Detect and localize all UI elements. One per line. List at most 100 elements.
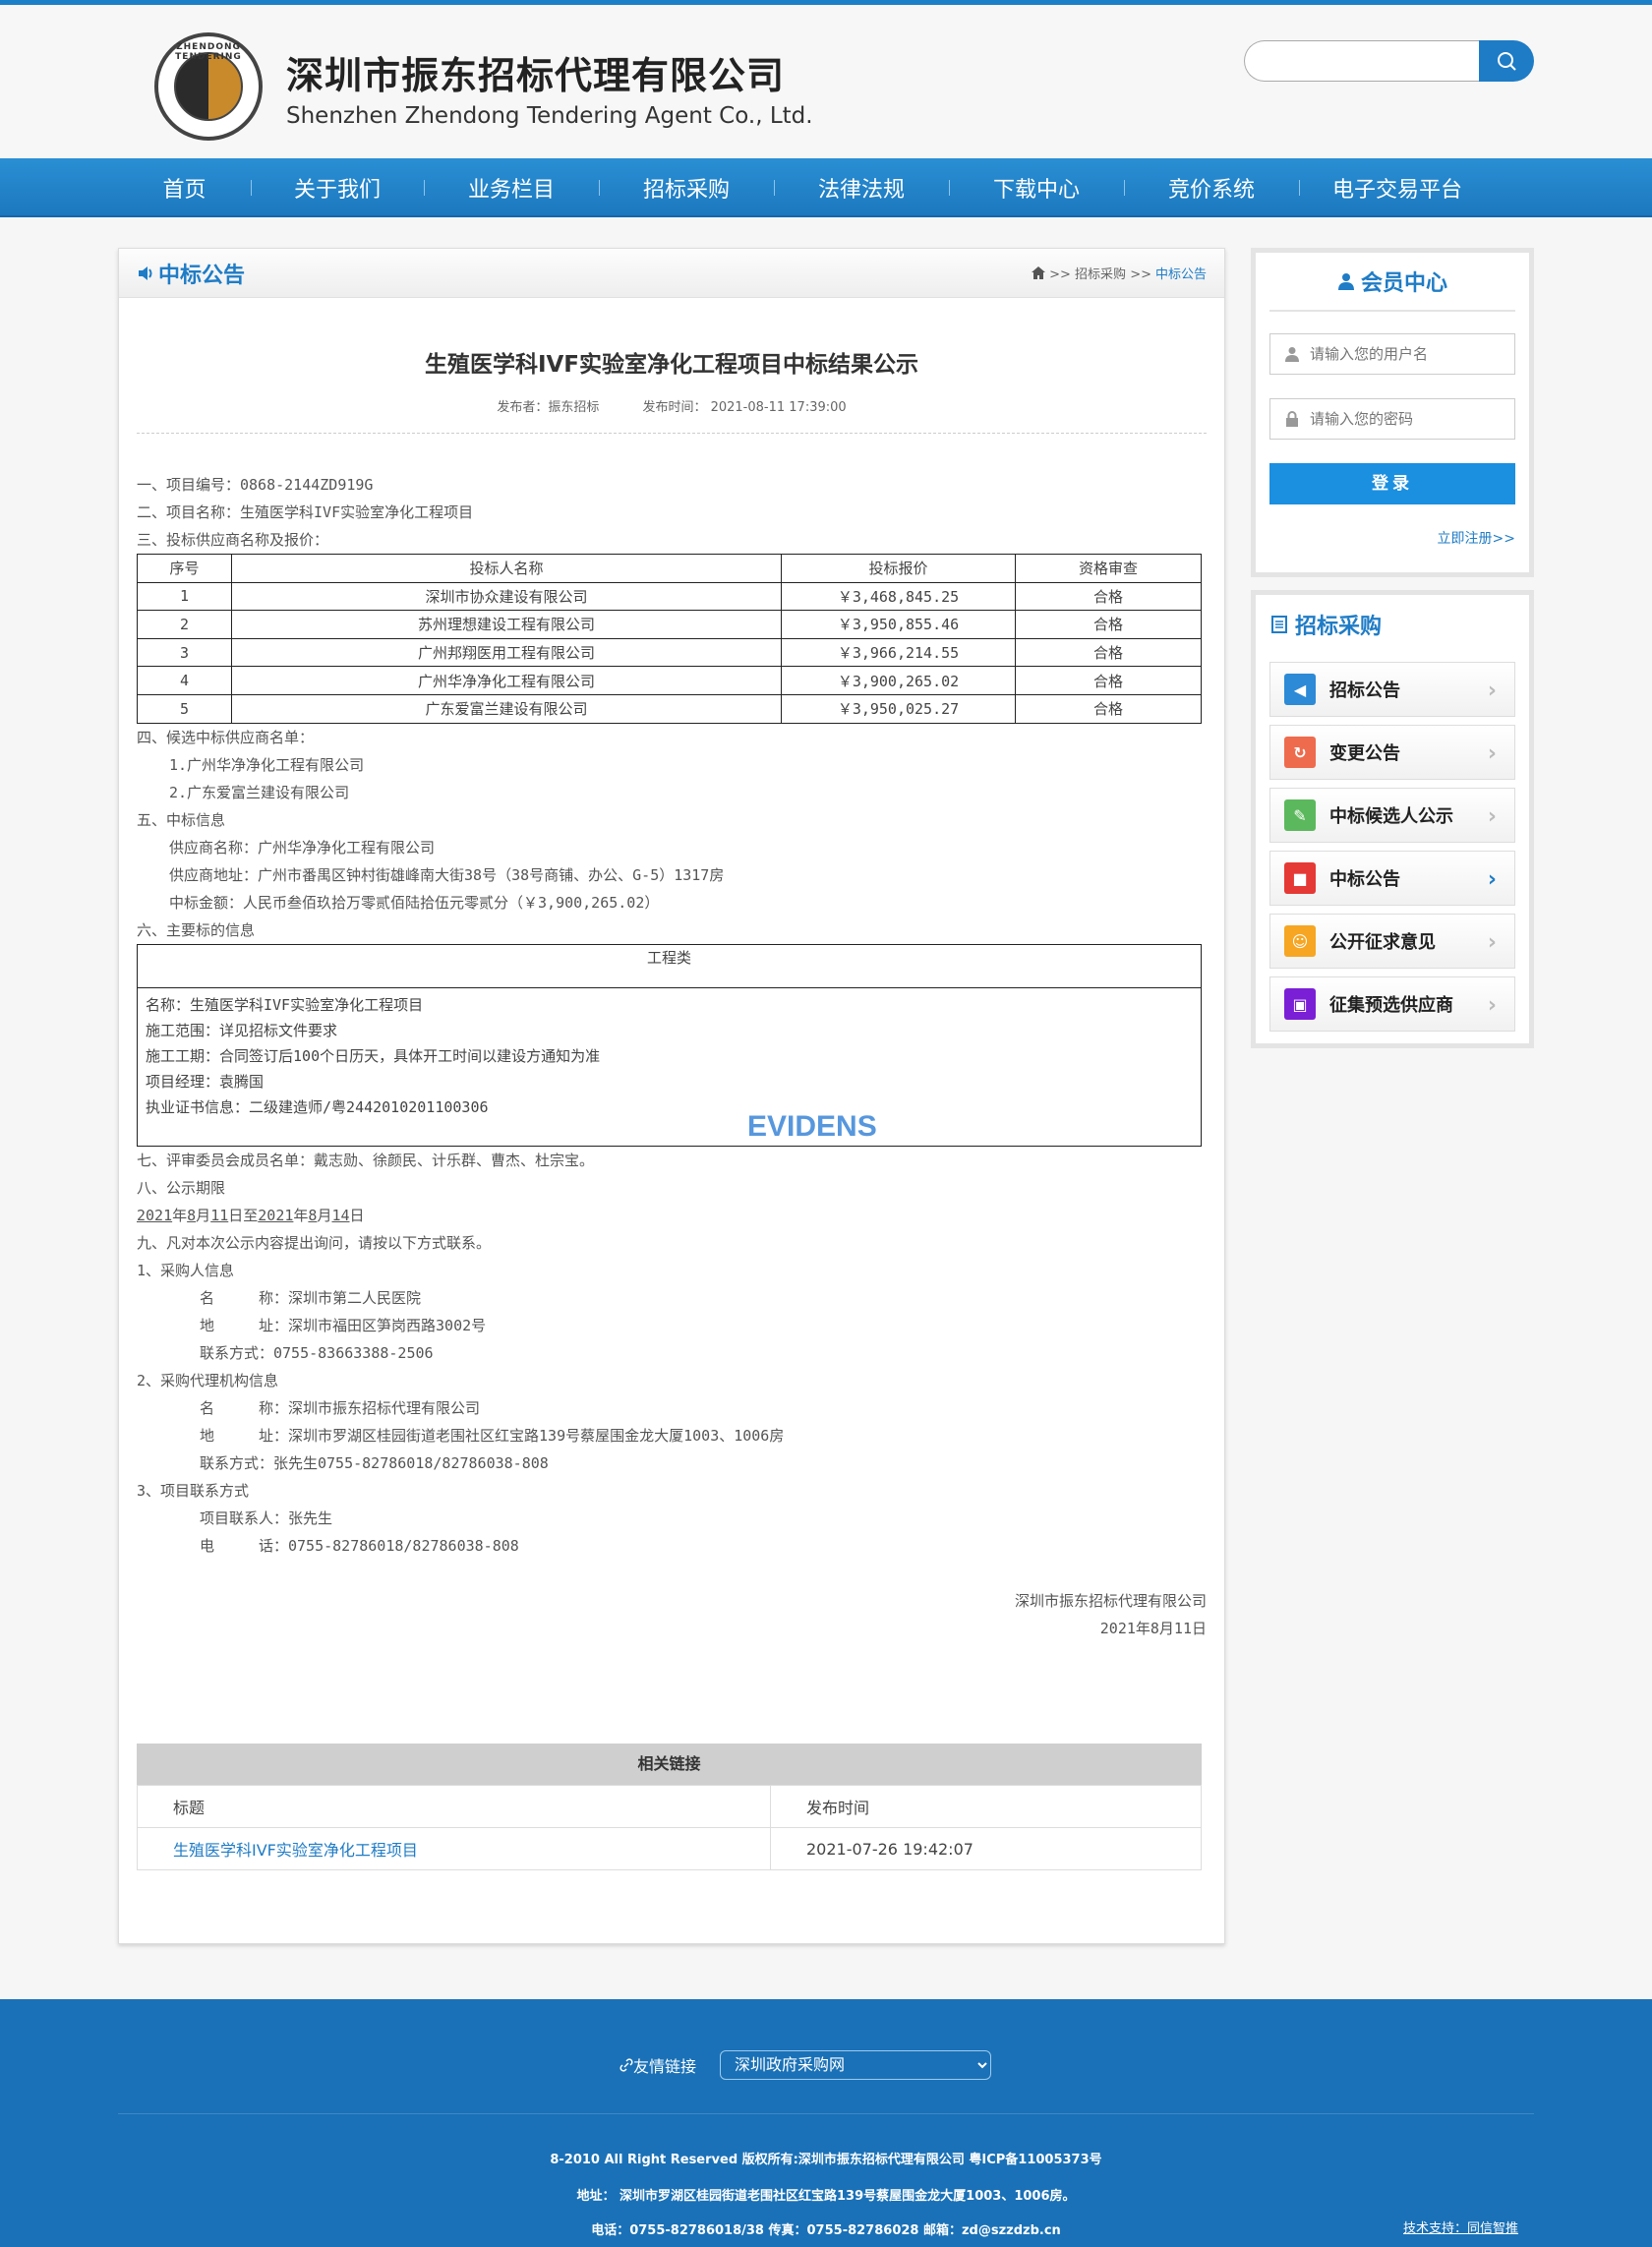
winner-heading: 五、中标信息 — [137, 810, 226, 829]
footer-copyright: 8-2010 All Right Reserved 版权所有:深圳市振东招标代理… — [550, 2153, 1102, 2167]
user-icon — [1337, 273, 1354, 290]
nav-item-business[interactable]: 业务栏目 — [424, 158, 599, 217]
speaker-icon: ◀ — [1284, 674, 1316, 705]
menu-item-tender-notice[interactable]: ◀ 招标公告 › — [1269, 662, 1515, 717]
menu-item-label: 中标候选人公示 — [1329, 806, 1453, 827]
username-field — [1269, 333, 1515, 375]
period-heading: 八、公示期限 — [137, 1178, 226, 1197]
period-text: 月 — [196, 1206, 211, 1224]
period-text: 年 — [293, 1206, 309, 1224]
nav-item-about[interactable]: 关于我们 — [251, 158, 424, 217]
subject-line: 施工范围：详见招标文件要求 — [146, 1021, 338, 1039]
related-time: 2021-07-26 19:42:07 — [770, 1827, 1202, 1870]
search-icon — [1498, 52, 1516, 71]
table-row: 3 广州邦翔医用工程有限公司 ￥3,966,214.55 合格 — [137, 637, 1202, 668]
subject-info-box: 工程类 名称：生殖医学科IVF实验室净化工程项目 施工范围：详见招标文件要求 施… — [137, 943, 1202, 1147]
search-input[interactable] — [1244, 40, 1479, 82]
col-header-no: 序号 — [137, 554, 232, 583]
bid-name: 广东爱富兰建设有限公司 — [231, 693, 782, 724]
period-dates: 2021年8月11日至2021年8月14日 — [137, 1202, 1207, 1229]
menu-item-public-opinion[interactable]: ☺ 公开征求意见 › — [1269, 914, 1515, 969]
period-text: 日至 — [228, 1206, 259, 1224]
table-row: 2 苏州理想建设工程有限公司 ￥3,950,855.46 合格 — [137, 610, 1202, 639]
nav-item-e-trading[interactable]: 电子交易平台 — [1299, 158, 1496, 217]
watermark: EVIDENS — [747, 1109, 877, 1143]
chevron-right-icon: › — [1487, 930, 1497, 955]
bid-price: ￥3,950,855.46 — [781, 610, 1016, 639]
purchaser-contact: 联系方式：0755-83663388-2506 — [200, 1343, 434, 1362]
menu-item-label: 公开征求意见 — [1329, 932, 1436, 953]
member-center-title: 会员中心 — [1269, 253, 1515, 312]
related-links-title: 相关链接 — [137, 1744, 1202, 1785]
search-button[interactable] — [1479, 40, 1534, 82]
nav-item-bidding-system[interactable]: 竞价系统 — [1124, 158, 1299, 217]
related-link[interactable]: 生殖医学科IVF实验室净化工程项目 — [173, 1841, 418, 1860]
winner-supplier-address: 供应商地址：广州市番禺区钟村街雄峰南大街38号（38号商铺、办公、G-5）131… — [169, 865, 725, 884]
nav-item-downloads[interactable]: 下载中心 — [949, 158, 1124, 217]
main-content: 中标公告 >> 招标采购 >> 中标公告 生殖医学科IVF实验室净化工程项目中标… — [118, 248, 1225, 1944]
inbox-icon: ▣ — [1284, 988, 1316, 1020]
menu-item-award-notice[interactable]: ■ 中标公告 › — [1269, 851, 1515, 906]
nav-item-tendering[interactable]: 招标采购 — [599, 158, 774, 217]
breadcrumb-current: 中标公告 — [1154, 267, 1207, 282]
committee-members: 七、评审委员会成员名单：戴志勋、徐颜民、计乐群、曹杰、杜宗宝。 — [137, 1151, 595, 1169]
bid-price: ￥3,966,214.55 — [781, 637, 1016, 668]
friend-links-select[interactable]: 深圳政府采购网 — [720, 2050, 992, 2080]
period-text: 日 — [349, 1206, 365, 1224]
purchase-menu: 招标采购 ◀ 招标公告 › ↻ 变更公告 › ✎ 中标候选人公示 › ■ 中标公… — [1251, 590, 1534, 1048]
article-body: 一、项目编号：0868-2144ZD919G 二、项目名称：生殖医学科IVF实验… — [119, 471, 1224, 1642]
bid-check: 合格 — [1015, 581, 1202, 612]
signature-icon: ✎ — [1284, 799, 1316, 831]
group-icon: ☺ — [1284, 925, 1316, 957]
bid-price: ￥3,468,845.25 — [781, 581, 1016, 612]
bid-no: 3 — [137, 637, 232, 668]
menu-item-label: 中标公告 — [1329, 869, 1400, 890]
register-link[interactable]: 立即注册>> — [1269, 528, 1515, 548]
menu-item-candidate-notice[interactable]: ✎ 中标候选人公示 › — [1269, 788, 1515, 843]
company-name-cn: 深圳市振东招标代理有限公司 — [286, 53, 786, 97]
subject-heading: 六、主要标的信息 — [137, 920, 256, 939]
related-links: 相关链接 标题 发布时间 生殖医学科IVF实验室净化工程项目 2021-07-2… — [137, 1744, 1202, 1870]
site-footer: 友情链接 深圳政府采购网 8-2010 All Right Reserved 版… — [0, 1999, 1652, 2247]
username-input[interactable] — [1310, 345, 1506, 363]
menu-item-label: 征集预选供应商 — [1329, 995, 1453, 1016]
col-header-name: 投标人名称 — [231, 554, 782, 583]
nav-item-home[interactable]: 首页 — [118, 158, 251, 217]
login-button[interactable]: 登录 — [1269, 463, 1515, 504]
menu-item-supplier-collection[interactable]: ▣ 征集预选供应商 › — [1269, 976, 1515, 1032]
nav-item-laws[interactable]: 法律法规 — [774, 158, 949, 217]
logo[interactable]: ZHENDONG TENDERING 深圳市振东招标代理有限公司 Shenzhe… — [154, 32, 813, 141]
company-name-en: Shenzhen Zhendong Tendering Agent Co., L… — [286, 102, 813, 129]
password-field — [1269, 398, 1515, 440]
bid-no: 5 — [137, 693, 232, 724]
agency-name: 名 称：深圳市振东招标代理有限公司 — [200, 1398, 481, 1417]
refresh-icon: ↻ — [1284, 737, 1316, 768]
col-header-title: 标题 — [137, 1785, 771, 1828]
winner-amount: 中标金额：人民币叁佰玖拾万零贰佰陆拾伍元零贰分（￥3,900,265.02） — [169, 893, 660, 912]
breadcrumb-path[interactable]: >> 招标采购 >> — [1049, 264, 1151, 282]
chevron-right-icon: › — [1487, 679, 1497, 703]
footer-divider — [118, 2113, 1534, 2114]
bid-name: 广州华净净化工程有限公司 — [231, 666, 782, 695]
logo-shield-icon — [174, 52, 243, 121]
article-title: 生殖医学科IVF实验室净化工程项目中标结果公示 — [424, 352, 919, 378]
candidates-heading: 四、候选中标供应商名单： — [137, 728, 315, 746]
search-bar — [1244, 40, 1534, 82]
tech-support-link[interactable]: 技术支持：同信智推 — [1403, 2217, 1518, 2236]
home-icon[interactable] — [1032, 266, 1046, 279]
signature-date: 2021年8月11日 — [1099, 1619, 1207, 1637]
period-text: 月 — [317, 1206, 332, 1224]
bid-check: 合格 — [1015, 693, 1202, 724]
period-year-start: 2021 — [137, 1206, 173, 1224]
project-number: 一、项目编号：0868-2144ZD919G — [137, 476, 374, 494]
menu-item-change-notice[interactable]: ↻ 变更公告 › — [1269, 725, 1515, 780]
password-input[interactable] — [1310, 410, 1506, 428]
bid-check: 合格 — [1015, 666, 1202, 695]
period-text: 年 — [172, 1206, 188, 1224]
agency-heading: 2、采购代理机构信息 — [137, 1371, 279, 1390]
menu-item-label: 招标公告 — [1329, 680, 1400, 701]
bid-name: 苏州理想建设工程有限公司 — [231, 610, 782, 639]
candidate-item: 2.广东爱富兰建设有限公司 — [169, 783, 350, 801]
bid-no: 2 — [137, 610, 232, 639]
purchase-menu-title-text: 招标采购 — [1295, 615, 1383, 639]
